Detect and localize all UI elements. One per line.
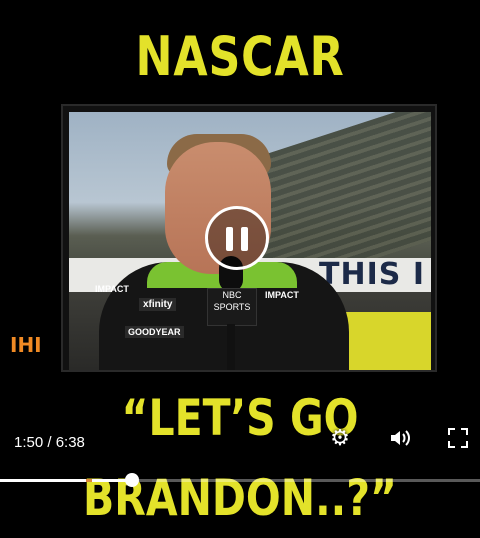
volume-icon bbox=[391, 430, 410, 446]
progress-bar[interactable] bbox=[0, 473, 480, 487]
progress-marker bbox=[86, 479, 92, 482]
sponsor-patch-xfinity: xfinity bbox=[139, 298, 177, 311]
wall-banner-text: THIS I bbox=[319, 257, 425, 292]
channel-logo: IHI bbox=[10, 333, 42, 357]
interview-microphone: NBC SPORTS bbox=[199, 256, 263, 370]
mic-stick bbox=[227, 324, 235, 370]
progress-played bbox=[0, 479, 133, 482]
mic-flag-text: NBC bbox=[222, 290, 242, 300]
sponsor-patch-goodyear: GOODYEAR bbox=[125, 326, 184, 338]
fullscreen-button[interactable] bbox=[444, 424, 472, 452]
video-quote-overlay: “LET’S GO BRANDON..?” bbox=[83, 389, 397, 527]
mic-flag: NBC SPORTS bbox=[207, 288, 257, 326]
gear-icon: ⚙ bbox=[330, 425, 350, 450]
mic-flag-subtext: SPORTS bbox=[213, 302, 251, 312]
sponsor-patch-impact-right: IMPACT bbox=[265, 290, 299, 300]
sponsor-patch-impact-left: IMPACT bbox=[95, 284, 129, 294]
pause-button[interactable] bbox=[205, 206, 269, 270]
volume-button[interactable] bbox=[386, 424, 414, 452]
fullscreen-icon bbox=[448, 428, 468, 448]
pause-icon bbox=[226, 227, 233, 251]
pause-icon-bar bbox=[241, 227, 248, 251]
settings-button[interactable]: ⚙ bbox=[326, 424, 354, 452]
time-display: 1:50 / 6:38 bbox=[14, 434, 85, 451]
